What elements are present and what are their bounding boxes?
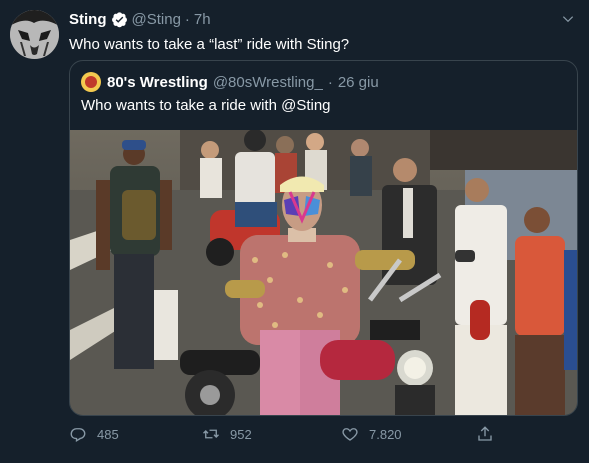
tweet-text: Who wants to take a “last” ride with Sti… xyxy=(69,36,350,53)
quoted-photo[interactable] xyxy=(70,130,577,415)
retweet-count: 952 xyxy=(230,426,252,442)
tweet-actions: 485 952 7.820 xyxy=(69,425,519,449)
like-icon xyxy=(342,428,358,441)
separator-dot: · xyxy=(184,11,190,28)
profile-avatar[interactable] xyxy=(10,10,59,59)
quoted-date: 26 giu xyxy=(337,73,379,91)
author-handle[interactable]: @Sting xyxy=(132,11,181,28)
reply-button[interactable]: 485 xyxy=(69,425,119,443)
like-count: 7.820 xyxy=(369,426,402,442)
chevron-down-icon[interactable] xyxy=(561,12,575,26)
author-name[interactable]: Sting xyxy=(69,11,107,28)
share-button[interactable] xyxy=(476,425,504,443)
quoted-avatar xyxy=(81,72,101,92)
reply-icon xyxy=(70,428,86,442)
share-icon xyxy=(478,426,492,441)
tweet-header: Sting @Sting · 7h xyxy=(69,11,211,28)
retweet-icon xyxy=(203,429,219,439)
quoted-tweet[interactable]: 80's Wrestling @80sWrestling_ · 26 giu W… xyxy=(69,60,578,416)
quoted-author-handle: @80sWrestling_ xyxy=(212,73,323,91)
verified-icon xyxy=(111,12,127,28)
retweet-button[interactable]: 952 xyxy=(202,425,252,443)
tweet-time[interactable]: 7h xyxy=(194,11,211,28)
quoted-separator: · xyxy=(327,73,333,91)
like-button[interactable]: 7.820 xyxy=(341,425,402,443)
quoted-header: 80's Wrestling @80sWrestling_ · 26 giu xyxy=(81,72,379,92)
quoted-author-name: 80's Wrestling xyxy=(107,73,208,91)
reply-count: 485 xyxy=(97,426,119,442)
quoted-text: Who wants to take a ride with @Sting xyxy=(81,97,331,114)
